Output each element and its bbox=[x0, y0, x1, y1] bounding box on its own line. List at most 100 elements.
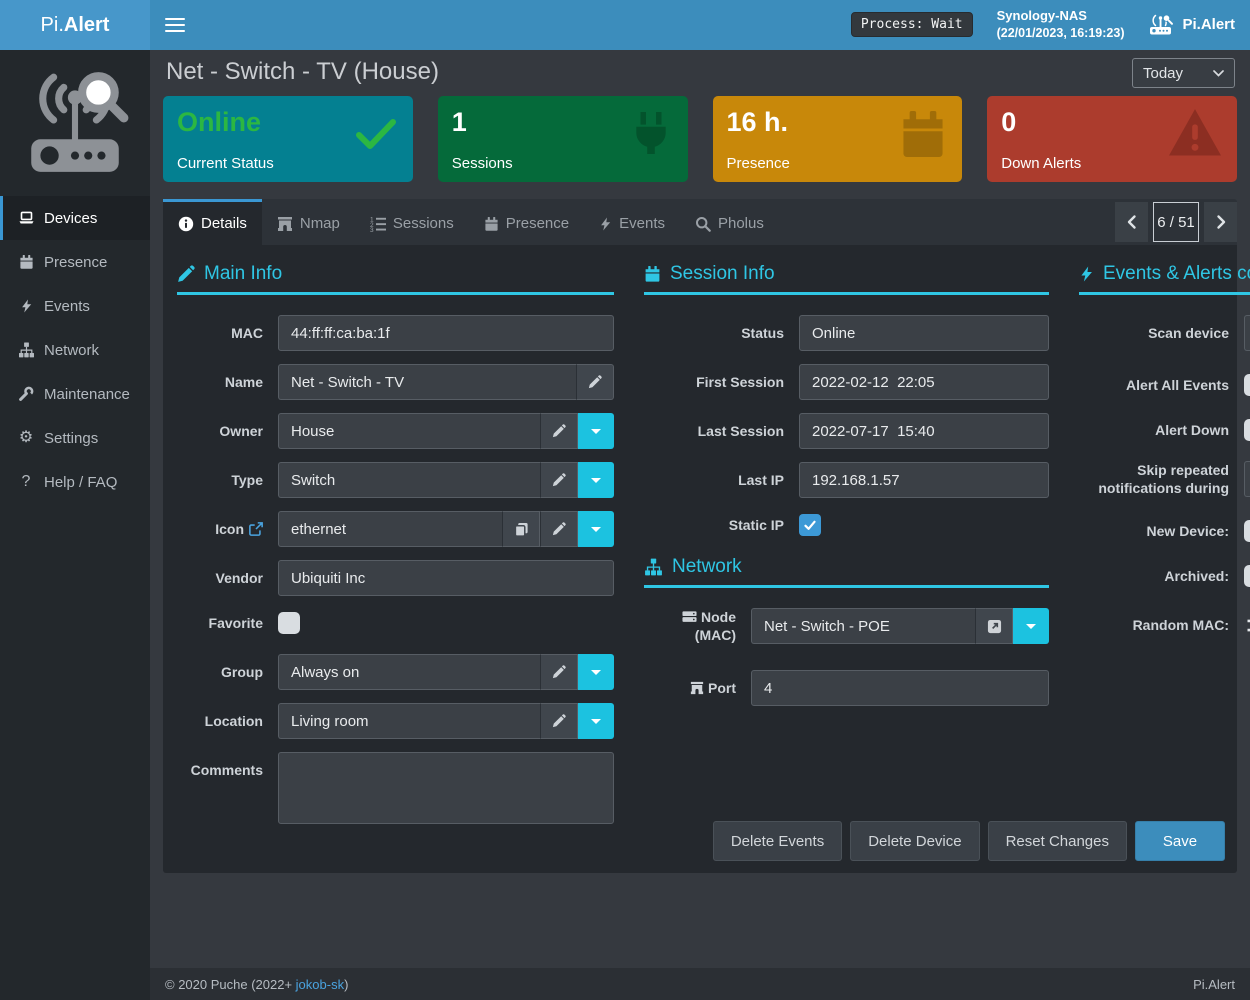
first-session-input[interactable] bbox=[799, 364, 1049, 400]
location-dropdown-button[interactable] bbox=[578, 703, 614, 739]
brand-logo[interactable]: Pi.Alert bbox=[0, 0, 150, 50]
owner-input[interactable] bbox=[278, 413, 540, 449]
reset-changes-button[interactable]: Reset Changes bbox=[988, 821, 1127, 861]
location-input[interactable] bbox=[278, 703, 540, 739]
type-dropdown-button[interactable] bbox=[578, 462, 614, 498]
mac-input[interactable] bbox=[278, 315, 614, 351]
chevron-right-icon bbox=[1215, 214, 1227, 230]
next-device-button[interactable] bbox=[1204, 202, 1237, 242]
alert-down-checkbox[interactable] bbox=[1244, 419, 1250, 441]
calendar-icon bbox=[17, 254, 35, 270]
wrench-icon bbox=[17, 386, 35, 402]
group-dropdown-button[interactable] bbox=[578, 654, 614, 690]
name-input[interactable] bbox=[278, 364, 576, 400]
warning-triangle-icon bbox=[1169, 109, 1221, 157]
delete-events-button[interactable]: Delete Events bbox=[713, 821, 842, 861]
edit-icon-button[interactable] bbox=[540, 511, 578, 547]
calendar-icon bbox=[644, 265, 661, 283]
tab-pholus[interactable]: Pholus bbox=[680, 199, 779, 245]
scan-device-select[interactable]: yes bbox=[1244, 315, 1250, 351]
sidebar-item-presence[interactable]: Presence bbox=[0, 240, 150, 284]
icon-input[interactable] bbox=[278, 511, 502, 547]
sidebar-item-settings[interactable]: ⚙ Settings bbox=[0, 416, 150, 460]
main-info-section-title: Main Info bbox=[177, 263, 614, 295]
period-select[interactable]: Today bbox=[1132, 58, 1235, 88]
external-link-square-icon bbox=[987, 619, 1002, 634]
edit-name-button[interactable] bbox=[576, 364, 614, 400]
field-last-session: Last Session bbox=[644, 413, 1049, 449]
sidebar-item-help[interactable]: ? Help / FAQ bbox=[0, 460, 150, 504]
tab-events[interactable]: Events bbox=[584, 199, 680, 245]
edit-type-button[interactable] bbox=[540, 462, 578, 498]
archway-icon bbox=[277, 216, 293, 232]
group-input[interactable] bbox=[278, 654, 540, 690]
node-input[interactable] bbox=[751, 608, 975, 644]
external-link-icon[interactable] bbox=[249, 522, 263, 536]
last-session-input[interactable] bbox=[799, 413, 1049, 449]
open-node-button[interactable] bbox=[975, 608, 1013, 644]
tab-nmap[interactable]: Nmap bbox=[262, 199, 355, 245]
footer: © 2020 Puche (2022+ jokob-sk) Pi.Alert bbox=[150, 968, 1250, 1000]
router-mini-icon bbox=[1148, 14, 1174, 35]
type-input[interactable] bbox=[278, 462, 540, 498]
tab-label: Pholus bbox=[718, 215, 764, 232]
archived-checkbox[interactable] bbox=[1244, 565, 1250, 587]
copy-icon-button[interactable] bbox=[502, 511, 540, 547]
device-pager: 6 / 51 bbox=[1115, 202, 1237, 242]
page-title: Net - Switch - TV (House) bbox=[166, 57, 1237, 87]
caret-down-icon bbox=[591, 478, 601, 483]
field-name: Name bbox=[177, 364, 614, 400]
footer-author-link[interactable]: jokob-sk bbox=[296, 977, 344, 992]
host-info: Synology-NAS (22/01/2023, 16:19:23) bbox=[997, 8, 1125, 41]
shuffle-icon bbox=[1244, 616, 1250, 635]
router-logo-icon bbox=[17, 66, 133, 180]
tab-label: Details bbox=[201, 215, 247, 232]
alert-all-events-checkbox[interactable] bbox=[1244, 374, 1250, 396]
tab-label: Events bbox=[619, 215, 665, 232]
menu-toggle-button[interactable] bbox=[165, 14, 185, 35]
sidebar-item-devices[interactable]: Devices bbox=[0, 196, 150, 240]
delete-device-button[interactable]: Delete Device bbox=[850, 821, 979, 861]
edit-owner-button[interactable] bbox=[540, 413, 578, 449]
last-ip-input[interactable] bbox=[799, 462, 1049, 498]
node-dropdown-button[interactable] bbox=[1013, 608, 1049, 644]
field-vendor: Vendor bbox=[177, 560, 614, 596]
vendor-input[interactable] bbox=[278, 560, 614, 596]
caret-down-icon bbox=[591, 527, 601, 532]
tab-sessions[interactable]: 123 Sessions bbox=[355, 199, 469, 245]
tab-label: Sessions bbox=[393, 215, 454, 232]
owner-dropdown-button[interactable] bbox=[578, 413, 614, 449]
tab-presence[interactable]: Presence bbox=[469, 199, 584, 245]
status-input[interactable] bbox=[799, 315, 1049, 351]
edit-group-button[interactable] bbox=[540, 654, 578, 690]
field-icon: Icon bbox=[177, 511, 614, 547]
new-device-checkbox[interactable] bbox=[1244, 520, 1250, 542]
sidebar-item-label: Presence bbox=[44, 254, 107, 271]
save-button[interactable]: Save bbox=[1135, 821, 1225, 861]
field-location: Location bbox=[177, 703, 614, 739]
host-timestamp: (22/01/2023, 16:19:23) bbox=[997, 25, 1125, 41]
favorite-checkbox[interactable] bbox=[278, 612, 300, 634]
calendar-icon bbox=[484, 216, 499, 232]
sidebar-item-network[interactable]: Network bbox=[0, 328, 150, 372]
caret-down-icon bbox=[591, 670, 601, 675]
field-group: Group bbox=[177, 654, 614, 690]
comments-textarea[interactable] bbox=[278, 752, 614, 824]
top-navbar: Pi.Alert Process: Wait Synology-NAS (22/… bbox=[0, 0, 1250, 50]
field-port: Port bbox=[644, 670, 1049, 706]
skip-notifications-select[interactable]: 0 h (notify all event bbox=[1244, 461, 1250, 497]
field-alert-down: Alert Down bbox=[1079, 416, 1250, 444]
info-circle-icon bbox=[178, 216, 194, 232]
port-input[interactable] bbox=[751, 670, 1049, 706]
edit-location-button[interactable] bbox=[540, 703, 578, 739]
prev-device-button[interactable] bbox=[1115, 202, 1148, 242]
field-alert-all-events: Alert All Events bbox=[1079, 371, 1250, 399]
tab-details[interactable]: Details bbox=[163, 199, 262, 245]
sidebar-item-events[interactable]: Events bbox=[0, 284, 150, 328]
sidebar-item-maintenance[interactable]: Maintenance bbox=[0, 372, 150, 416]
field-favorite: Favorite bbox=[177, 609, 614, 637]
icon-dropdown-button[interactable] bbox=[578, 511, 614, 547]
static-ip-checkbox[interactable] bbox=[799, 514, 821, 536]
search-icon bbox=[695, 216, 711, 232]
field-type: Type bbox=[177, 462, 614, 498]
